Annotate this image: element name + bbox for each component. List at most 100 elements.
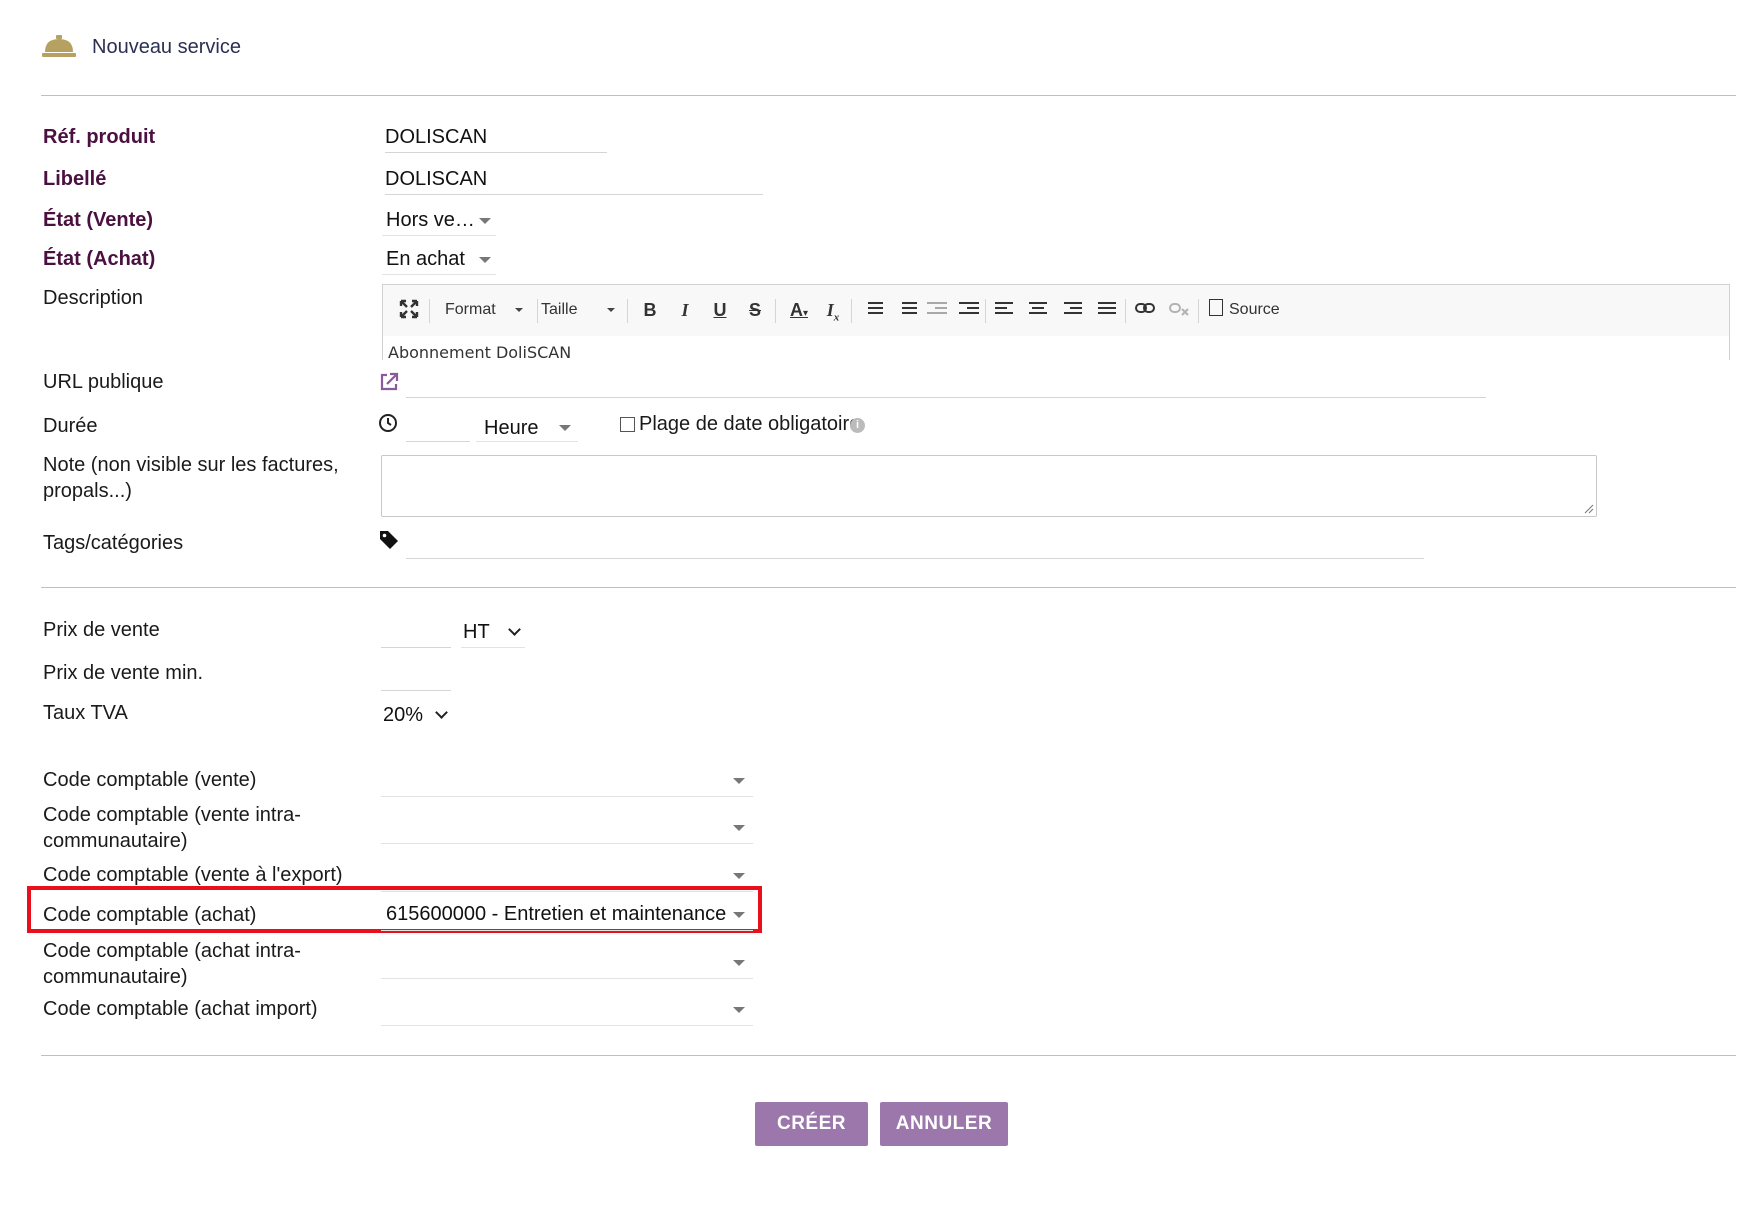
chevron-down-icon	[733, 912, 745, 918]
separator	[775, 299, 776, 323]
service-bell-icon	[42, 33, 76, 59]
align-center-icon[interactable]	[1029, 302, 1047, 317]
bullet-list-icon[interactable]	[895, 302, 917, 317]
source-button[interactable]: Source	[1209, 299, 1299, 321]
note-textarea[interactable]	[381, 455, 1597, 517]
tags-input[interactable]	[406, 530, 1424, 559]
note-label-line1: Note (non visible sur les factures,	[43, 454, 339, 476]
date-range-checkbox[interactable]	[620, 417, 635, 432]
acc-achat-intra-line2: communautaire)	[43, 966, 188, 988]
tags-label: Tags/catégories	[43, 532, 184, 554]
separator	[851, 299, 852, 323]
acc-achat-import-select[interactable]	[381, 993, 753, 1026]
align-left-icon[interactable]	[995, 302, 1013, 317]
tva-label: Taux TVA	[43, 702, 128, 724]
format-dropdown[interactable]: Format	[445, 299, 525, 321]
chevron-down-icon	[559, 425, 571, 431]
separator	[627, 299, 628, 323]
unlink-icon[interactable]	[1167, 299, 1191, 321]
acc-vente-select[interactable]	[381, 764, 753, 797]
source-label: Source	[1229, 301, 1280, 318]
chevron-down-icon	[435, 706, 448, 719]
etat-achat-select[interactable]: En achat	[382, 246, 496, 275]
divider	[41, 587, 1736, 588]
description-label: Description	[43, 287, 144, 309]
acc-achat-value: 615600000 - Entretien et maintenance	[386, 903, 727, 925]
note-label: Note (non visible sur les factures, prop…	[43, 452, 339, 504]
maximize-icon[interactable]	[397, 299, 421, 324]
underline-icon[interactable]: U	[708, 299, 732, 321]
duree-input[interactable]	[406, 413, 470, 442]
chevron-down-icon	[733, 960, 745, 966]
tva-select[interactable]: 20%	[381, 700, 451, 730]
numbered-list-icon[interactable]	[861, 302, 883, 317]
create-button[interactable]: CRÉER	[755, 1102, 868, 1146]
acc-achat-import-label: Code comptable (achat import)	[43, 998, 318, 1020]
text-color-icon[interactable]: A▾	[782, 299, 816, 325]
acc-achat-intra-line1: Code comptable (achat intra-	[43, 940, 301, 962]
prix-min-input[interactable]	[381, 660, 451, 691]
format-label: Format	[445, 301, 496, 318]
clock-icon	[378, 413, 398, 433]
acc-vente-export-label: Code comptable (vente à l'export)	[43, 864, 343, 886]
align-right-icon[interactable]	[1064, 302, 1082, 317]
libelle-label: Libellé	[43, 168, 107, 190]
description-editor[interactable]: Abonnement DoliSCAN	[382, 336, 1730, 362]
italic-icon[interactable]: I	[673, 299, 697, 321]
chevron-down-icon	[508, 623, 521, 636]
chevron-down-icon	[479, 257, 491, 263]
prix-vente-label: Prix de vente	[43, 619, 160, 641]
chevron-down-icon	[479, 218, 491, 224]
acc-achat-intra-label: Code comptable (achat intra- communautai…	[43, 938, 301, 990]
acc-vente-intra-line1: Code comptable (vente intra-	[43, 804, 301, 826]
tva-value: 20%	[383, 704, 424, 726]
price-base-select[interactable]: HT	[461, 617, 525, 648]
acc-vente-intra-label: Code comptable (vente intra- communautai…	[43, 802, 301, 854]
resize-handle-icon[interactable]	[1582, 502, 1594, 514]
separator	[985, 299, 986, 323]
etat-achat-label: État (Achat)	[43, 248, 156, 270]
acc-achat-select[interactable]: 615600000 - Entretien et maintenance	[381, 898, 753, 931]
url-label: URL publique	[43, 371, 164, 393]
chevron-down-icon	[733, 1007, 745, 1013]
acc-achat-intra-select[interactable]	[381, 946, 753, 979]
acc-vente-label: Code comptable (vente)	[43, 769, 257, 791]
separator	[1125, 299, 1126, 323]
cancel-button[interactable]: ANNULER	[880, 1102, 1008, 1146]
bold-icon[interactable]: B	[638, 299, 662, 321]
price-base-value: HT	[463, 621, 490, 643]
ref-input[interactable]: DOLISCAN	[385, 124, 607, 153]
duree-label: Durée	[43, 415, 98, 437]
chevron-down-icon	[515, 308, 523, 312]
etat-vente-value: Hors ve…	[386, 209, 475, 231]
duree-unit-value: Heure	[484, 417, 539, 439]
date-range-label: Plage de date obligatoire	[639, 413, 861, 435]
divider	[41, 1055, 1736, 1056]
outdent-icon[interactable]	[927, 302, 947, 317]
indent-icon[interactable]	[959, 302, 979, 317]
description-text: Abonnement DoliSCAN	[388, 343, 572, 362]
chevron-down-icon	[733, 778, 745, 784]
align-justify-icon[interactable]	[1098, 302, 1116, 317]
ref-label: Réf. produit	[43, 126, 156, 148]
url-input[interactable]	[406, 369, 1486, 398]
link-icon[interactable]	[1133, 299, 1157, 321]
remove-format-icon[interactable]: Ix	[821, 299, 845, 329]
acc-vente-intra-select[interactable]	[381, 811, 753, 844]
size-dropdown[interactable]: Taille	[541, 299, 621, 321]
etat-vente-select[interactable]: Hors ve…	[382, 207, 496, 236]
chevron-down-icon	[733, 825, 745, 831]
separator	[1198, 299, 1199, 323]
prix-vente-input[interactable]	[381, 617, 451, 648]
external-link-icon	[378, 371, 400, 393]
acc-vente-intra-line2: communautaire)	[43, 830, 188, 852]
libelle-input[interactable]: DOLISCAN	[385, 166, 763, 195]
strikethrough-icon[interactable]: S	[743, 299, 767, 321]
duree-unit-select[interactable]: Heure	[476, 413, 578, 442]
chevron-down-icon	[607, 308, 615, 312]
editor-toolbar: Format Taille B I U S A▾ Ix Source	[382, 284, 1730, 338]
size-label: Taille	[541, 301, 578, 318]
note-label-line2: propals...)	[43, 480, 132, 502]
separator	[429, 299, 430, 323]
divider	[41, 95, 1736, 96]
